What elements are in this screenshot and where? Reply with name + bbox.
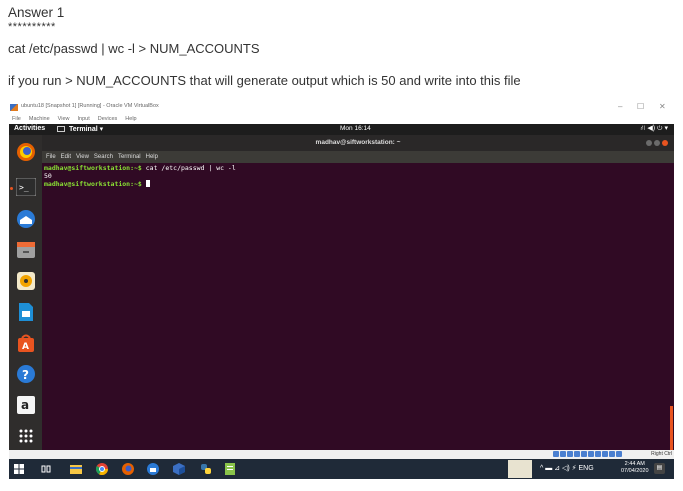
windows-start-icon[interactable] [12, 462, 26, 476]
python-taskbar-icon[interactable] [199, 462, 213, 476]
answer-separator: ********** [8, 21, 56, 33]
chrome-icon[interactable] [95, 462, 109, 476]
show-apps-icon[interactable] [15, 425, 37, 447]
ubuntu-clock[interactable]: Mon 16:14 [340, 125, 371, 132]
terminal-scrollbar-thumb[interactable] [670, 406, 673, 450]
vbox-menu-bar: File Machine View Input Devices Help [9, 114, 674, 124]
answer-title: Answer 1 [8, 5, 65, 20]
display-icon[interactable] [595, 451, 601, 457]
notepad-taskbar-icon[interactable] [223, 462, 237, 476]
terminal-icon[interactable]: >_ [15, 176, 37, 198]
terminal-minimize-button[interactable] [646, 140, 652, 146]
thunderbird-icon[interactable] [15, 208, 37, 230]
terminal-menu-search[interactable]: Search [94, 151, 113, 163]
terminal-line: madhav@siftworkstation:~$ cat /etc/passw… [44, 164, 669, 172]
task-view-icon[interactable] [39, 462, 53, 476]
terminal-menu-edit[interactable]: Edit [61, 151, 71, 163]
terminal-window-controls [646, 140, 668, 146]
shell-prompt: madhav@siftworkstation:~$ [44, 180, 142, 188]
firefox-icon[interactable] [15, 141, 37, 163]
answer-command: cat /etc/passwd | wc -l > NUM_ACCOUNTS [8, 41, 260, 56]
windows-clock[interactable]: 2:44 AM 07/04/2020 [621, 461, 649, 475]
terminal-menu-help[interactable]: Help [146, 151, 158, 163]
hdd-icon[interactable] [553, 451, 559, 457]
app-menu-button[interactable]: Terminal ▾ [69, 125, 103, 133]
vm-status-bar: Right Ctrl [9, 450, 674, 459]
svg-text:A: A [22, 342, 29, 352]
vbox-menu-help[interactable]: Help [125, 114, 136, 124]
terminal-menu-terminal[interactable]: Terminal [118, 151, 141, 163]
terminal-line: madhav@siftworkstation:~$ [44, 180, 669, 188]
software-icon[interactable]: A [15, 332, 37, 354]
amazon-icon[interactable]: a [15, 394, 37, 416]
ubuntu-dock: >_ A ? a [9, 135, 42, 457]
network-icon[interactable] [574, 451, 580, 457]
svg-text:a: a [21, 398, 29, 412]
terminal-close-button[interactable] [662, 140, 668, 146]
command-text: cat /etc/passwd | wc -l [141, 164, 236, 172]
vm-device-icons [553, 451, 622, 457]
windows-system-tray[interactable]: ^ ▬ ⊿ ◁) ⚡ ENG [540, 464, 594, 472]
usb-icon[interactable] [581, 451, 587, 457]
recording-icon[interactable] [602, 451, 608, 457]
terminal-app-icon [57, 126, 65, 132]
svg-text:>_: >_ [19, 183, 29, 192]
rhythmbox-icon[interactable] [15, 270, 37, 292]
vbox-window-title: ubuntu18 [Snapshot 1] [Running] - Oracle… [21, 103, 159, 109]
windows-taskbar: ^ ▬ ⊿ ◁) ⚡ ENG 2:44 AM 07/04/2020 ▤ [9, 459, 674, 479]
clock-date: 07/04/2020 [621, 468, 649, 474]
optical-drive-icon[interactable] [560, 451, 566, 457]
libreoffice-icon[interactable] [15, 301, 37, 323]
answer-explanation: if you run > NUM_ACCOUNTS that will gene… [8, 73, 521, 88]
vbox-menu-file[interactable]: File [12, 114, 21, 124]
maximize-button[interactable]: ☐ [637, 102, 644, 111]
shell-prompt: madhav@siftworkstation:~$ [44, 164, 142, 172]
svg-text:?: ? [22, 368, 29, 382]
firefox-taskbar-icon[interactable] [121, 462, 135, 476]
text-cursor [145, 180, 150, 187]
terminal-output[interactable]: madhav@siftworkstation:~$ cat /etc/passw… [42, 163, 671, 450]
cpu-icon[interactable] [609, 451, 615, 457]
vm-screenshot: ubuntu18 [Snapshot 1] [Running] - Oracle… [9, 102, 674, 479]
vbox-menu-input[interactable]: Input [78, 114, 90, 124]
vbox-menu-machine[interactable]: Machine [29, 114, 50, 124]
terminal-menu-file[interactable]: File [46, 151, 56, 163]
vbox-menu-devices[interactable]: Devices [98, 114, 118, 124]
close-button[interactable]: ✕ [659, 102, 666, 111]
thunderbird-taskbar-icon[interactable] [146, 462, 160, 476]
taskbar-widget[interactable] [508, 460, 532, 478]
activities-button[interactable]: Activities [14, 125, 45, 132]
command-output: 50 [44, 172, 52, 180]
terminal-maximize-button[interactable] [654, 140, 660, 146]
terminal-window-title: madhav@siftworkstation: ~ [315, 139, 401, 146]
virtualbox-taskbar-icon[interactable] [172, 462, 186, 476]
mouse-integration-icon[interactable] [616, 451, 622, 457]
file-explorer-icon[interactable] [69, 462, 83, 476]
ubuntu-top-bar: Activities Terminal ▾ Mon 16:14 ⛙ ◀) ⏻ ▾ [9, 124, 674, 135]
terminal-title-bar: madhav@siftworkstation: ~ [42, 135, 674, 151]
shared-folder-icon[interactable] [588, 451, 594, 457]
ubuntu-system-tray[interactable]: ⛙ ◀) ⏻ ▾ [641, 124, 669, 133]
vbox-menu-view[interactable]: View [58, 114, 70, 124]
audio-icon[interactable] [567, 451, 573, 457]
terminal-menu-bar: File Edit View Search Terminal Help [42, 151, 674, 163]
help-icon[interactable]: ? [15, 363, 37, 385]
notification-icon[interactable]: ▤ [654, 463, 665, 474]
virtualbox-logo-icon [10, 104, 18, 111]
clock-time: 2:44 AM [624, 461, 645, 467]
active-indicator [10, 187, 13, 190]
terminal-menu-view[interactable]: View [76, 151, 89, 163]
host-key-label: Right Ctrl [651, 451, 672, 457]
terminal-line: 50 [44, 172, 669, 180]
minimize-button[interactable]: – [618, 102, 622, 111]
vbox-title-bar: ubuntu18 [Snapshot 1] [Running] - Oracle… [9, 102, 674, 114]
files-icon[interactable] [15, 239, 37, 261]
